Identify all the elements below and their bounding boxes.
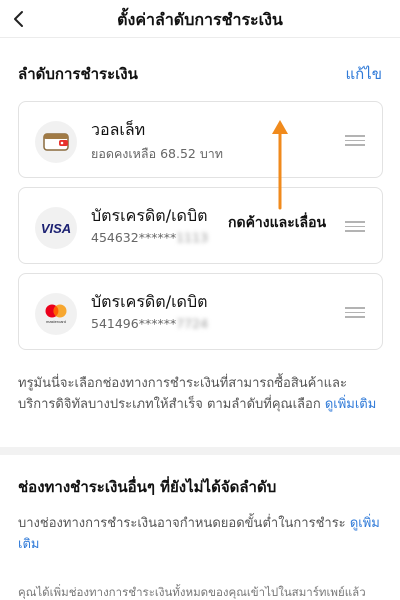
all-methods-added-note: คุณได้เพิ่มช่องทางการชำระเงินทั้งหมดของค… (18, 585, 366, 599)
drag-hint-label: กดค้างและเลื่อน (228, 215, 327, 231)
section-title: ลำดับการชำระเงิน (18, 65, 138, 83)
edit-button[interactable]: แก้ไข (345, 62, 382, 86)
page-title: ตั้งค่าลำดับการชำระเงิน (117, 10, 283, 29)
up-arrow-icon (272, 120, 288, 210)
svg-text:mastercard: mastercard (46, 319, 66, 324)
card-number: 541496******7724 (91, 316, 208, 331)
svg-text:VISA: VISA (41, 221, 71, 235)
note-text: บางช่องทางการชำระเงินอาจกำหนดยอดขั้นต่ำใ… (18, 516, 350, 531)
card-number-visible: 454632****** (91, 230, 177, 245)
drag-handle-icon[interactable] (345, 135, 365, 146)
drag-handle-icon[interactable] (345, 307, 365, 318)
drag-handle-icon[interactable] (345, 221, 365, 232)
section-divider (0, 447, 400, 455)
card-title: บัตรเครดิต/เดบิต (91, 206, 208, 225)
other-methods-title: ช่องทางชำระเงินอื่นๆ ที่ยังไม่ได้จัดลำดั… (18, 478, 277, 496)
see-more-link[interactable]: ดูเพิ่มเติม (325, 397, 376, 412)
other-methods-note: บางช่องทางการชำระเงินอาจกำหนดยอดขั้นต่ำใ… (18, 513, 382, 555)
card-title: วอลเล็ท (91, 120, 146, 139)
payment-method-card-wallet[interactable]: วอลเล็ท ยอดคงเหลือ 68.52 บาท (18, 101, 383, 178)
payment-order-note: ทรูมันนี่จะเลือกช่องทางการชำระเงินที่สาม… (18, 373, 382, 415)
note-text: ทรูมันนี่จะเลือกช่องทางการชำระเงินที่สาม… (18, 376, 347, 412)
card-title: บัตรเครดิต/เดบิต (91, 292, 208, 311)
card-number: 454632******1113 (91, 230, 208, 245)
wallet-icon (35, 121, 77, 163)
card-number-visible: 541496****** (91, 316, 177, 331)
card-number-masked: 1113 (176, 230, 209, 245)
payment-order-header: ลำดับการชำระเงิน แก้ไข (18, 62, 382, 86)
payment-method-card-visa[interactable]: VISA บัตรเครดิต/เดบิต 454632******1113 (18, 187, 383, 264)
mastercard-logo: mastercard (35, 293, 77, 335)
wallet-balance: ยอดคงเหลือ 68.52 บาท (91, 146, 224, 161)
visa-logo: VISA (35, 207, 77, 249)
payment-method-card-mastercard[interactable]: mastercard บัตรเครดิต/เดบิต 541496******… (18, 273, 383, 350)
top-bar: ตั้งค่าลำดับการชำระเงิน (0, 0, 400, 38)
card-number-masked: 7724 (176, 316, 209, 331)
